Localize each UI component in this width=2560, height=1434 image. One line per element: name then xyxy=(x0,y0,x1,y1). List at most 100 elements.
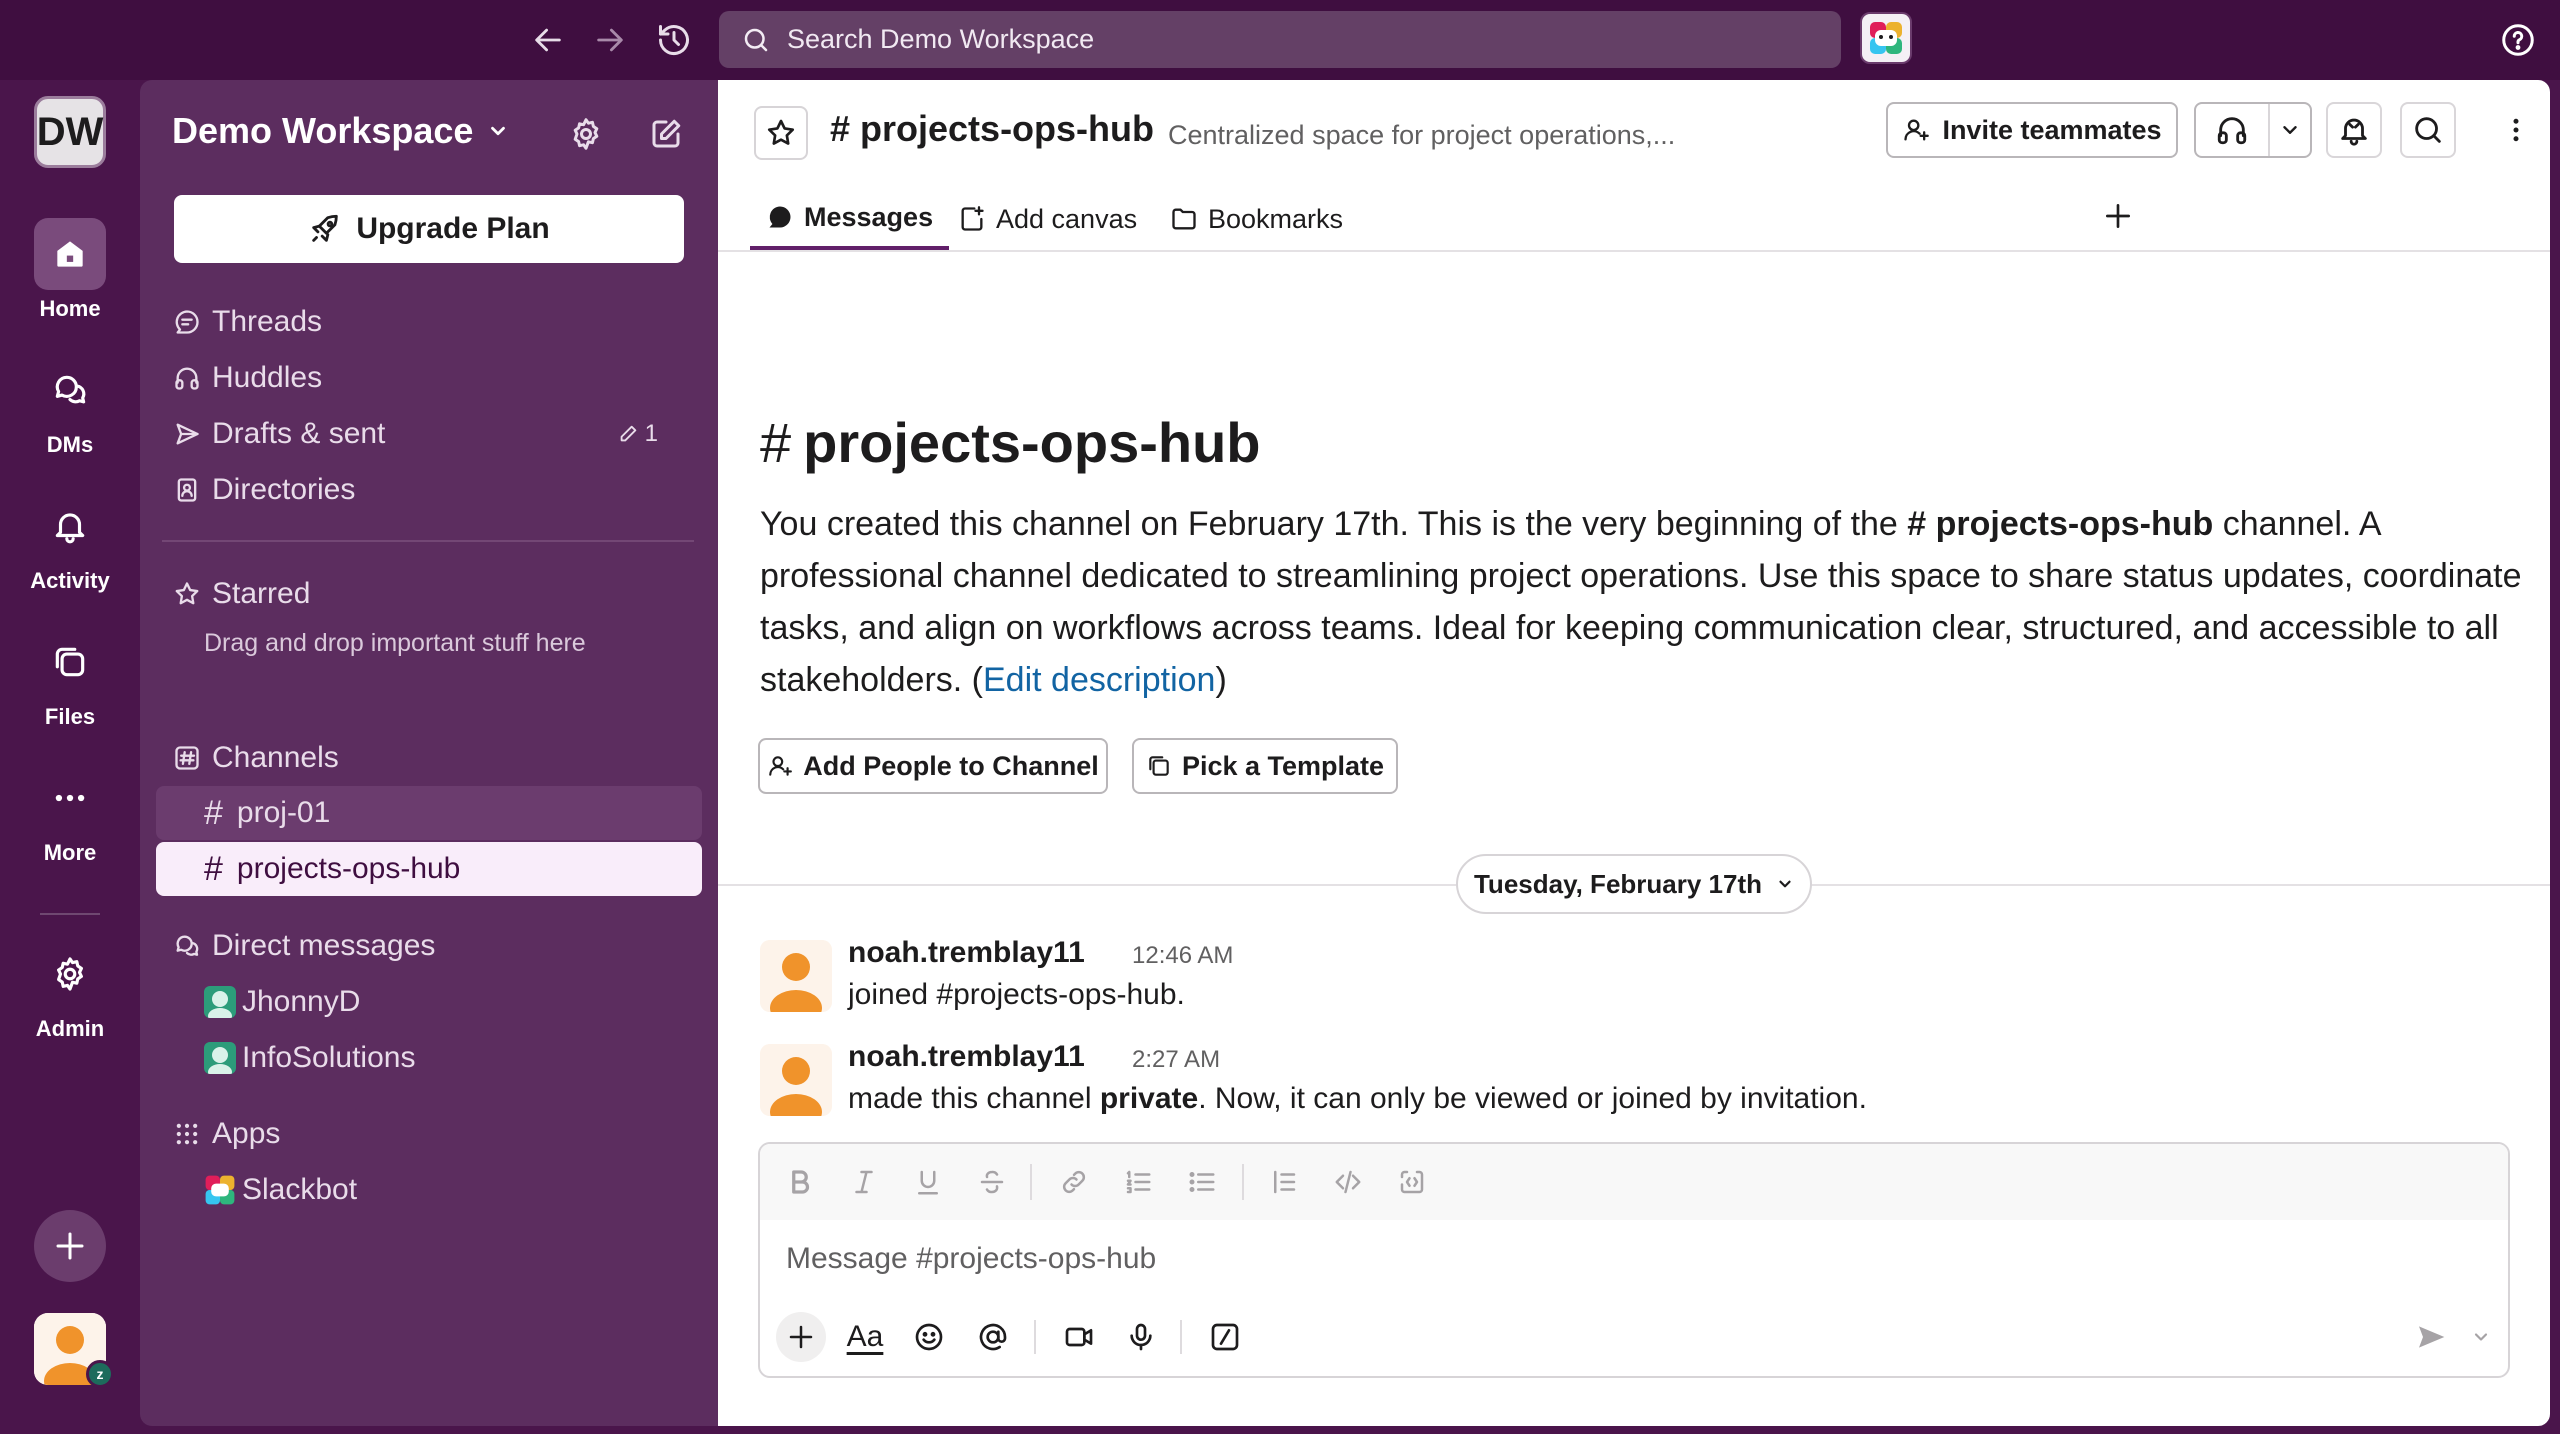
forward-button[interactable] xyxy=(588,18,632,62)
add-people-button[interactable]: Add People to Channel xyxy=(758,738,1108,794)
rail-item-files[interactable]: Files xyxy=(10,626,130,730)
blockquote-button[interactable] xyxy=(1262,1160,1306,1204)
ordered-list-button[interactable] xyxy=(1116,1160,1160,1204)
sidebar-item-drafts[interactable]: Drafts & sent 1 xyxy=(172,410,688,458)
attach-button[interactable] xyxy=(776,1312,826,1362)
rail-item-admin[interactable]: Admin xyxy=(10,938,130,1042)
sidebar-channel-proj-01[interactable]: # proj-01 xyxy=(156,786,702,840)
tab-messages[interactable]: Messages xyxy=(750,188,950,250)
slackbot-button[interactable] xyxy=(1860,12,1912,64)
intro-hash: # xyxy=(760,411,792,474)
message-avatar[interactable] xyxy=(760,1044,832,1116)
rail-item-more[interactable]: More xyxy=(10,762,130,866)
sidebar-app-slackbot[interactable]: Slackbot xyxy=(204,1166,357,1214)
sidebar-channel-projects-ops-hub[interactable]: # projects-ops-hub xyxy=(156,842,702,896)
channel-title[interactable]: # projects-ops-hub xyxy=(830,108,1154,150)
link-button[interactable] xyxy=(1052,1160,1096,1204)
add-user-icon xyxy=(769,756,793,776)
history-button[interactable] xyxy=(652,18,696,62)
compose-button[interactable] xyxy=(642,110,690,158)
message-composer[interactable]: Message #projects-ops-hub Aa xyxy=(758,1142,2510,1378)
plus-icon xyxy=(789,1325,813,1349)
code-button[interactable] xyxy=(1326,1160,1370,1204)
message-input[interactable]: Message #projects-ops-hub xyxy=(786,1242,1156,1276)
sidebar-item-directories[interactable]: Directories xyxy=(172,466,355,514)
message-time[interactable]: 12:46 AM xyxy=(1132,942,1233,970)
message-text: made this channel private. Now, it can o… xyxy=(848,1082,1867,1116)
workspace-name-menu[interactable]: Demo Workspace xyxy=(172,110,509,152)
tab-bookmarks[interactable]: Bookmarks xyxy=(1170,188,1343,250)
emoji-button[interactable] xyxy=(904,1312,954,1362)
channel-search-button[interactable] xyxy=(2400,102,2456,158)
workspace-settings-button[interactable] xyxy=(562,110,610,158)
back-button[interactable] xyxy=(526,18,570,62)
add-workspace-button[interactable] xyxy=(34,1210,106,1282)
plus-icon xyxy=(56,1232,84,1260)
search-bar[interactable]: Search Demo Workspace xyxy=(719,11,1841,68)
notifications-button[interactable] xyxy=(2326,102,2382,158)
drafts-count: 1 xyxy=(617,410,658,458)
message-icon xyxy=(769,206,791,228)
huddle-start[interactable] xyxy=(2196,104,2270,156)
underline-button[interactable] xyxy=(906,1160,950,1204)
pick-template-button[interactable]: Pick a Template xyxy=(1132,738,1398,794)
formatting-toggle-button[interactable]: Aa xyxy=(840,1312,890,1362)
message-author[interactable]: noah.tremblay11 xyxy=(848,936,1085,970)
date-divider-button[interactable]: Tuesday, February 17th xyxy=(1456,854,1812,914)
strikethrough-button[interactable] xyxy=(970,1160,1014,1204)
add-tab-button[interactable] xyxy=(2096,194,2140,238)
rail-item-home[interactable]: Home xyxy=(10,218,130,322)
workspace-avatar[interactable]: DW xyxy=(34,96,106,168)
channels-icon xyxy=(175,746,199,770)
sidebar-dm-infosolutions[interactable]: InfoSolutions xyxy=(204,1034,415,1082)
headphones-icon xyxy=(2217,117,2247,145)
sidebar-section-apps[interactable]: Apps xyxy=(172,1110,280,1158)
chevron-down-icon xyxy=(2474,1333,2488,1341)
send-button[interactable] xyxy=(2406,1312,2456,1362)
help-button[interactable] xyxy=(2496,18,2540,62)
shortcuts-button[interactable] xyxy=(1200,1312,1250,1362)
rail-label: Home xyxy=(39,296,101,321)
sidebar-item-huddles[interactable]: Huddles xyxy=(172,354,322,402)
video-clip-button[interactable] xyxy=(1054,1312,1104,1362)
sidebar-section-starred[interactable]: Starred xyxy=(172,570,310,618)
gear-icon xyxy=(573,118,599,150)
rail-item-dms[interactable]: DMs xyxy=(10,354,130,458)
sidebar-section-direct-messages[interactable]: Direct messages xyxy=(172,922,435,970)
huddle-options[interactable] xyxy=(2270,104,2310,156)
bold-button[interactable] xyxy=(778,1160,822,1204)
sidebar-section-title: Apps xyxy=(212,1117,281,1150)
sidebar-dm-jhonnyd[interactable]: JhonnyD xyxy=(204,978,360,1026)
message-time[interactable]: 2:27 AM xyxy=(1132,1046,1220,1074)
rail-item-activity[interactable]: Activity xyxy=(10,490,130,594)
arrow-left-icon xyxy=(535,28,561,52)
star-channel-button[interactable] xyxy=(754,106,808,160)
dm-name: InfoSolutions xyxy=(242,1041,416,1074)
mention-button[interactable] xyxy=(968,1312,1018,1362)
sidebar-section-channels[interactable]: Channels xyxy=(172,734,339,782)
invite-teammates-button[interactable]: Invite teammates xyxy=(1886,102,2178,158)
channel-description[interactable]: Centralized space for project operations… xyxy=(1168,120,1675,151)
edit-description-link[interactable]: Edit description xyxy=(983,661,1215,699)
sidebar-section-title: Channels xyxy=(212,741,339,774)
message-author[interactable]: noah.tremblay11 xyxy=(848,1040,1085,1074)
bulleted-list-button[interactable] xyxy=(1180,1160,1224,1204)
dm-avatar xyxy=(204,1042,236,1074)
tab-add-canvas[interactable]: Add canvas xyxy=(958,188,1137,250)
audio-clip-button[interactable] xyxy=(1116,1312,1166,1362)
send-options-button[interactable] xyxy=(2456,1312,2506,1362)
slash-command-icon xyxy=(1211,1323,1239,1351)
intro-channel-ref[interactable]: # projects-ops-hub xyxy=(1907,505,2213,543)
video-icon xyxy=(1065,1327,1093,1347)
italic-button[interactable] xyxy=(842,1160,886,1204)
dm-name: JhonnyD xyxy=(242,985,361,1018)
upgrade-plan-button[interactable]: Upgrade Plan xyxy=(174,195,684,263)
message-avatar[interactable] xyxy=(760,940,832,1012)
code-block-button[interactable] xyxy=(1390,1160,1434,1204)
sidebar-item-threads[interactable]: Threads xyxy=(172,298,322,346)
channel-more-button[interactable] xyxy=(2488,102,2544,158)
gear-icon xyxy=(57,957,83,991)
folder-icon xyxy=(1172,208,1196,230)
apps-grid-icon xyxy=(176,1123,198,1145)
huddle-button[interactable] xyxy=(2194,102,2312,158)
